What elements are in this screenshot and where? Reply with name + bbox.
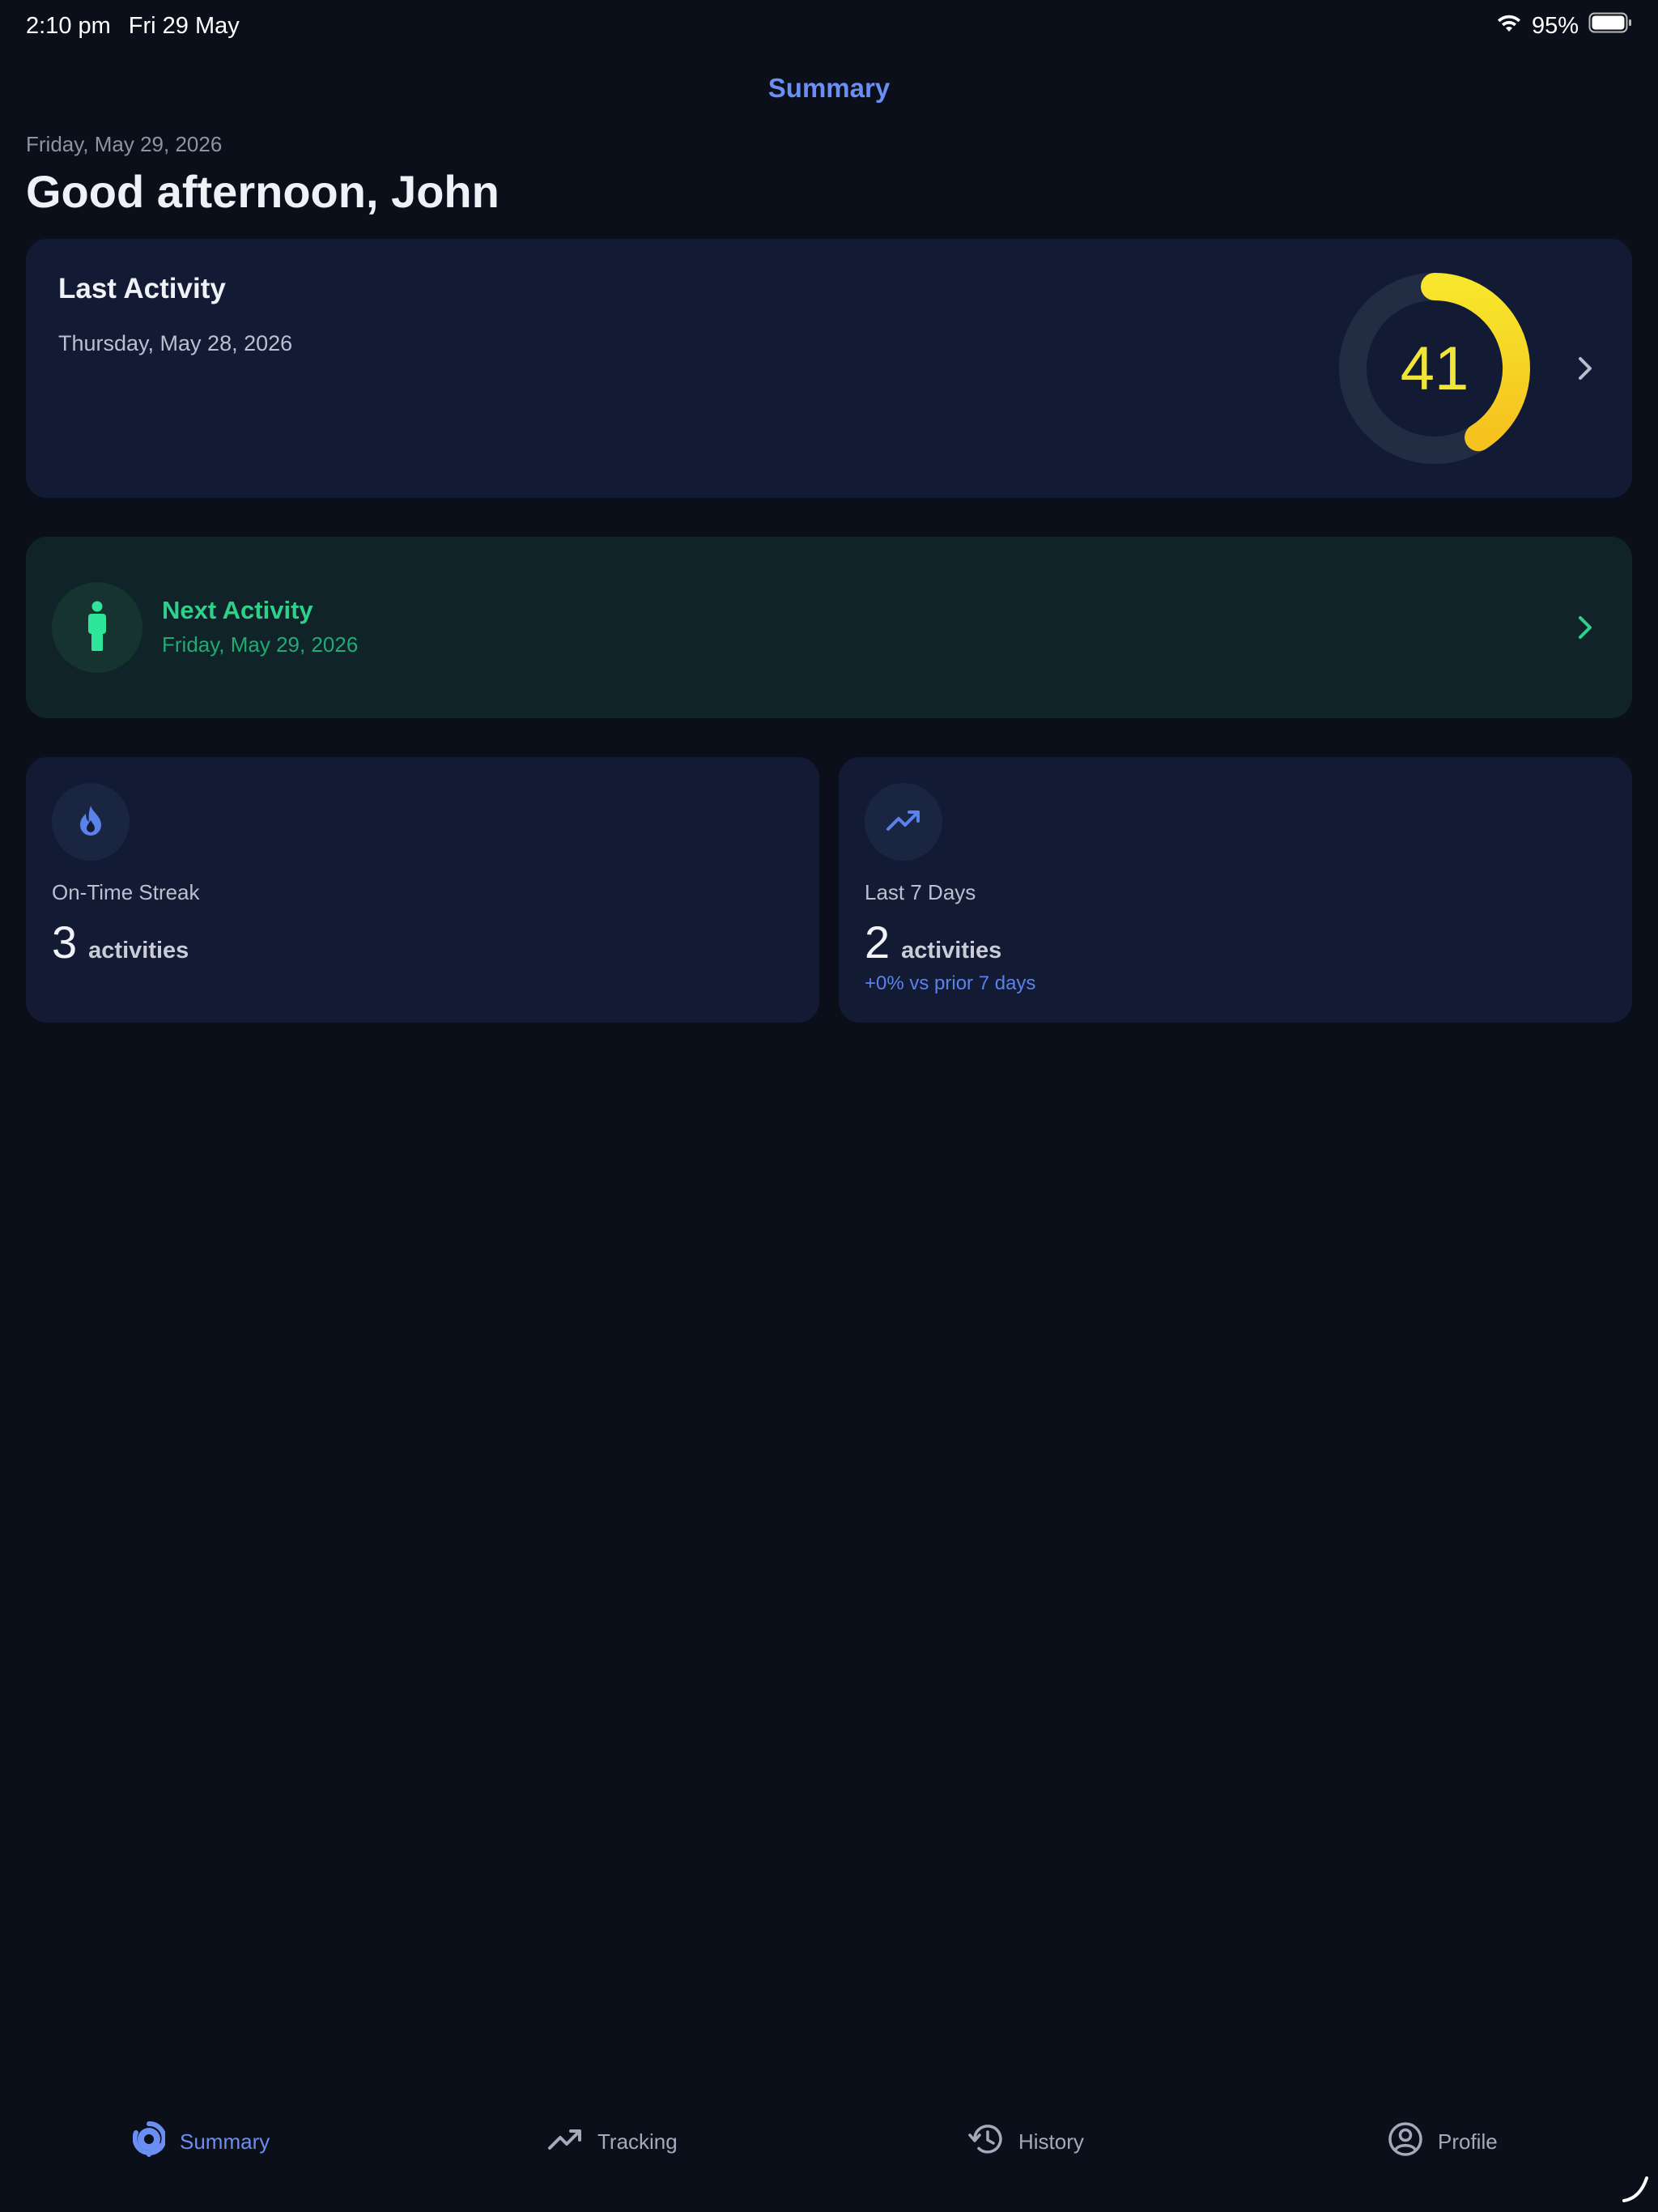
streak-icon-badge xyxy=(52,783,130,861)
streak-unit: activities xyxy=(88,938,189,963)
chevron-right-icon[interactable] xyxy=(1569,352,1601,385)
app-root: 2:10 pm Fri 29 May 95% Summary Friday, M… xyxy=(0,0,1658,2212)
next-activity-title: Next Activity xyxy=(162,596,313,624)
tab-summary[interactable]: Summary xyxy=(132,2105,270,2178)
summary-icon xyxy=(132,2121,167,2163)
person-icon xyxy=(85,601,109,655)
next-activity-card[interactable]: Next Activity Friday, May 29, 2026 xyxy=(26,537,1632,718)
greeting: Good afternoon, John xyxy=(26,166,500,217)
last-7-days-value-row: 2 activities xyxy=(865,916,1001,968)
flame-icon xyxy=(77,804,104,840)
status-time: 2:10 pm xyxy=(26,12,111,39)
last-7-days-label: Last 7 Days xyxy=(865,880,976,904)
tab-profile-label: Profile xyxy=(1438,2129,1498,2154)
last-7-days-icon-badge xyxy=(865,783,942,861)
tab-history-label: History xyxy=(1018,2129,1084,2154)
last-activity-card[interactable]: Last Activity Thursday, May 28, 2026 41 xyxy=(26,239,1632,498)
page-title: Summary xyxy=(767,73,891,103)
profile-icon xyxy=(1388,2121,1423,2163)
last-activity-title: Last Activity xyxy=(58,273,226,304)
score-ring: 41 xyxy=(1337,271,1532,466)
battery-percent: 95% xyxy=(1531,12,1579,39)
greeting-date: Friday, May 29, 2026 xyxy=(26,132,223,156)
next-activity-date: Friday, May 29, 2026 xyxy=(162,632,359,657)
next-activity-icon-badge xyxy=(52,582,142,673)
trending-up-icon xyxy=(547,2127,583,2157)
history-icon xyxy=(968,2121,1004,2163)
score-value: 41 xyxy=(1400,334,1469,403)
streak-label: On-Time Streak xyxy=(52,880,200,904)
scroll-indicator-icon xyxy=(1619,2173,1652,2206)
tab-tracking[interactable]: Tracking xyxy=(547,2105,678,2178)
battery-icon xyxy=(1588,12,1632,40)
chevron-right-icon[interactable] xyxy=(1569,611,1601,644)
trending-up-icon xyxy=(886,808,921,836)
status-left: 2:10 pm Fri 29 May xyxy=(26,13,240,40)
status-date: Fri 29 May xyxy=(128,12,240,39)
status-right: 95% xyxy=(1496,12,1632,40)
tab-profile[interactable]: Profile xyxy=(1388,2105,1498,2178)
tab-history[interactable]: History xyxy=(968,2105,1084,2178)
streak-card[interactable]: On-Time Streak 3 activities xyxy=(26,757,819,1023)
last-7-days-delta: +0% vs prior 7 days xyxy=(865,972,1036,994)
tab-summary-label: Summary xyxy=(180,2129,270,2154)
tab-bar: Summary Tracking History Profile xyxy=(0,2105,1658,2178)
tab-tracking-label: Tracking xyxy=(597,2129,678,2154)
streak-value-row: 3 activities xyxy=(52,916,189,968)
last-7-days-value: 2 xyxy=(865,917,891,968)
last-7-days-card[interactable]: Last 7 Days 2 activities +0% vs prior 7 … xyxy=(839,757,1632,1023)
streak-value: 3 xyxy=(52,917,78,968)
status-bar: 2:10 pm Fri 29 May 95% xyxy=(0,0,1658,52)
last-activity-date: Thursday, May 28, 2026 xyxy=(58,331,293,355)
wifi-icon xyxy=(1496,13,1522,40)
last-7-days-unit: activities xyxy=(901,938,1002,963)
